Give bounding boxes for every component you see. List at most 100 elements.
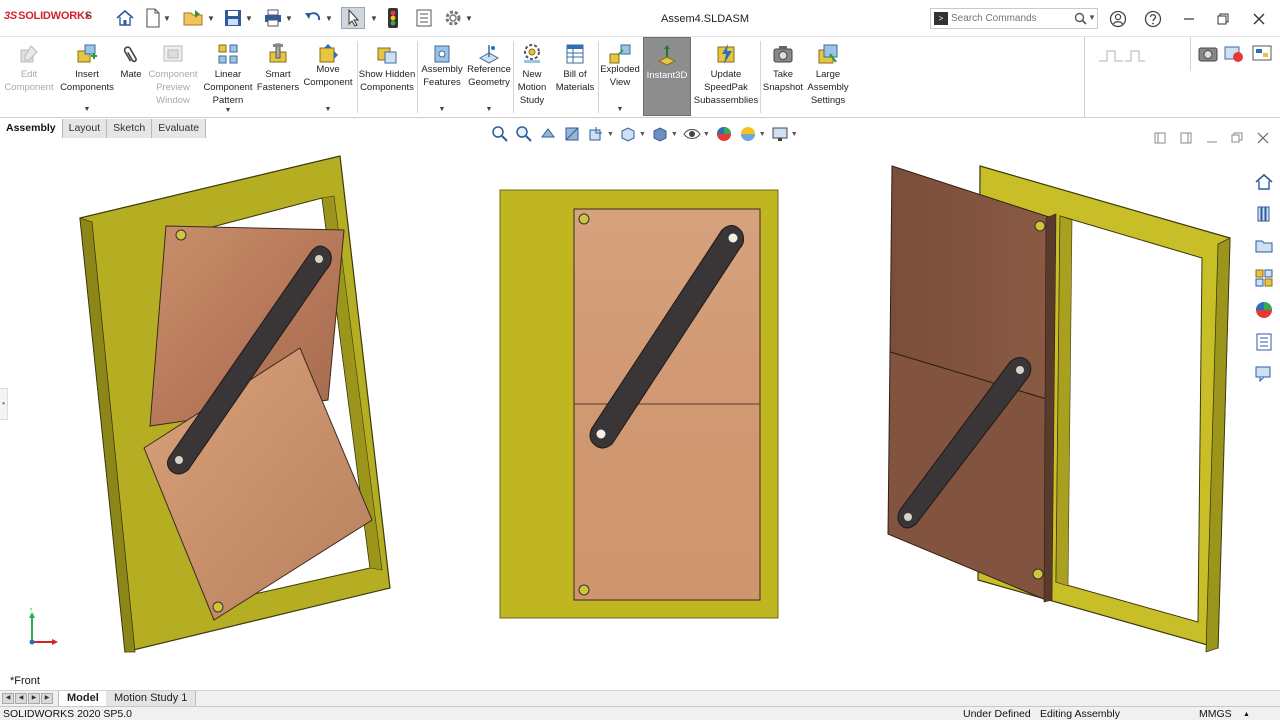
account-button[interactable] — [1108, 9, 1128, 29]
chevron-down-icon[interactable]: ▼ — [759, 131, 766, 138]
search-commands[interactable]: > ▼ — [930, 8, 1098, 29]
restore-button[interactable] — [1213, 9, 1233, 29]
units-status[interactable]: MMGS — [1199, 708, 1232, 720]
chevron-down-icon[interactable]: ▼ — [300, 103, 356, 116]
home-button[interactable] — [115, 7, 135, 29]
open-button[interactable]: ▼ — [183, 7, 215, 29]
tab-assembly[interactable]: Assembly — [0, 119, 63, 138]
mate-controller-icon[interactable] — [1097, 43, 1147, 67]
chevron-down-icon[interactable]: ▼ — [465, 14, 473, 23]
chevron-down-icon[interactable]: ▼ — [703, 131, 710, 138]
tab-motion-study-1[interactable]: Motion Study 1 — [106, 691, 197, 707]
chevron-down-icon[interactable]: ▼ — [466, 103, 512, 116]
tab-evaluate[interactable]: Evaluate — [152, 119, 207, 138]
task-pane-design-library[interactable] — [1252, 202, 1276, 226]
linear-component-pattern-button[interactable]: Linear Component Pattern ▼ — [200, 37, 256, 117]
update-speedpak-button[interactable]: Update SpeedPak Subassemblies — [692, 37, 760, 117]
chevron-down-icon[interactable]: ▼ — [245, 14, 253, 23]
dynamic-annotation-button[interactable] — [586, 125, 606, 143]
chevron-down-icon[interactable]: ▼ — [599, 103, 641, 116]
zoom-to-area-button[interactable] — [514, 125, 534, 143]
center-front-assembly[interactable] — [499, 189, 779, 619]
chevron-down-icon[interactable]: ▼ — [1088, 13, 1096, 22]
assembly-features-button[interactable]: Assembly Features ▼ — [418, 37, 466, 117]
rebuild-button[interactable] — [386, 7, 400, 29]
edit-component-button[interactable]: Edit Component — [2, 37, 56, 117]
first-tab-icon[interactable]: ◀ — [2, 693, 14, 704]
chevron-down-icon[interactable]: ▼ — [639, 131, 646, 138]
chevron-down-icon[interactable]: ▼ — [200, 104, 256, 117]
mate-button[interactable]: Mate — [116, 37, 146, 117]
move-component-button[interactable]: Move Component ▼ — [300, 37, 356, 117]
chevron-down-icon[interactable]: ▼ — [163, 14, 171, 23]
tile-right-button[interactable] — [1178, 130, 1194, 146]
tab-model[interactable]: Model — [58, 691, 108, 707]
show-hidden-components-button[interactable]: Show Hidden Components — [358, 37, 416, 117]
chevron-down-icon[interactable]: ▼ — [325, 14, 333, 23]
previous-tab-icon[interactable]: ◀ — [15, 693, 27, 704]
feature-manager-collapse-handle[interactable]: ● — [0, 388, 8, 420]
insert-components-button[interactable]: Insert Components ▼ — [58, 37, 116, 117]
chevron-down-icon[interactable]: ▼ — [607, 131, 614, 138]
task-pane-view-palette[interactable] — [1252, 266, 1276, 290]
doc-close-button[interactable] — [1255, 130, 1271, 146]
new-motion-study-button[interactable]: New Motion Study — [514, 37, 550, 117]
section-view-button[interactable] — [562, 125, 582, 143]
exploded-view-button[interactable]: Exploded View ▼ — [599, 37, 641, 117]
view-orientation-button[interactable] — [618, 125, 638, 143]
chevron-down-icon[interactable]: ▼ — [285, 14, 293, 23]
new-document-button[interactable]: ▼ — [145, 7, 171, 29]
task-pane-forum[interactable] — [1252, 362, 1276, 386]
task-pane-appearances[interactable] — [1252, 298, 1276, 322]
view-settings-button[interactable] — [770, 125, 790, 143]
graphics-area[interactable]: ▼ ▼ ▼ ▼ ▼ ▼ ● Y *Front — [0, 126, 1280, 690]
select-dropdown[interactable]: ▼ — [368, 7, 378, 29]
camera-icon[interactable] — [1197, 43, 1219, 63]
chevron-down-icon[interactable]: ▼ — [418, 103, 466, 116]
close-button[interactable] — [1249, 9, 1269, 29]
task-pane-custom-properties[interactable] — [1252, 330, 1276, 354]
take-snapshot-button[interactable]: Take Snapshot — [761, 37, 805, 117]
menu-expand-arrow-icon[interactable]: ▸ — [86, 10, 91, 21]
bill-of-materials-button[interactable]: Bill of Materials — [552, 37, 598, 117]
task-pane-file-explorer[interactable] — [1252, 234, 1276, 258]
right-isometric-assembly[interactable] — [887, 165, 1231, 653]
minimize-button[interactable] — [1179, 9, 1199, 29]
settings-panel-icon[interactable] — [1251, 43, 1273, 63]
save-button[interactable]: ▼ — [223, 7, 253, 29]
smart-fasteners-button[interactable]: Smart Fasteners — [256, 37, 300, 117]
chevron-down-icon[interactable]: ▼ — [58, 103, 116, 116]
solidworks-logo[interactable]: 3SSOLIDWORKS — [4, 10, 92, 22]
hide-show-items-button[interactable] — [682, 125, 702, 143]
doc-restore-button[interactable] — [1229, 130, 1245, 146]
previous-view-button[interactable] — [538, 125, 558, 143]
zoom-to-fit-button[interactable] — [490, 125, 510, 143]
apply-scene-button[interactable] — [738, 125, 758, 143]
instant3d-button[interactable]: Instant3D — [643, 37, 691, 116]
chevron-down-icon[interactable]: ▼ — [207, 14, 215, 23]
undo-button[interactable]: ▼ — [303, 7, 333, 29]
edit-appearance-button[interactable] — [714, 125, 734, 143]
tab-layout[interactable]: Layout — [62, 119, 108, 138]
chevron-down-icon[interactable]: ▼ — [791, 131, 798, 138]
task-pane-home[interactable] — [1252, 170, 1276, 194]
search-icon[interactable] — [1074, 12, 1087, 25]
model-viewport[interactable] — [0, 138, 1280, 690]
select-button[interactable] — [341, 7, 365, 29]
tab-sketch[interactable]: Sketch — [107, 119, 153, 138]
chevron-up-icon[interactable]: ▲ — [1243, 708, 1250, 720]
last-tab-icon[interactable]: ▶ — [41, 693, 53, 704]
file-properties-button[interactable] — [414, 7, 434, 29]
next-tab-icon[interactable]: ▶ — [28, 693, 40, 704]
doc-minimize-button[interactable] — [1204, 130, 1220, 146]
help-button[interactable] — [1143, 9, 1163, 29]
tile-left-button[interactable] — [1152, 130, 1168, 146]
options-button[interactable]: ▼ — [443, 7, 473, 29]
reference-geometry-button[interactable]: Reference Geometry ▼ — [466, 37, 512, 117]
print-button[interactable]: ▼ — [263, 7, 293, 29]
render-tools-icon[interactable] — [1223, 43, 1245, 63]
display-style-button[interactable] — [650, 125, 670, 143]
chevron-down-icon[interactable]: ▼ — [671, 131, 678, 138]
component-preview-window-button[interactable]: Component Preview Window — [146, 37, 200, 117]
large-assembly-settings-button[interactable]: Large Assembly Settings — [805, 37, 851, 117]
